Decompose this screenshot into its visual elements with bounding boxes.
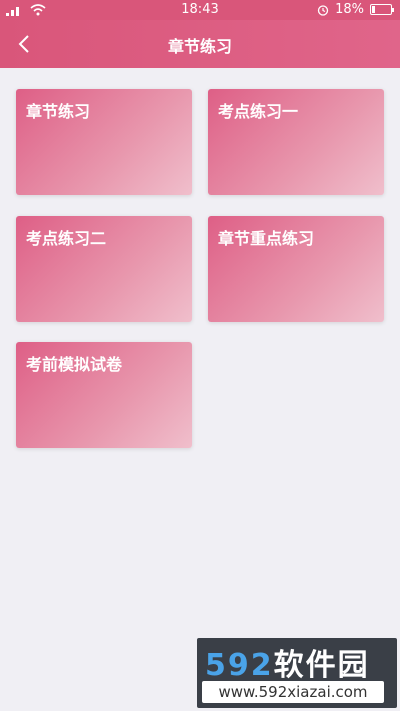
card-label: 考前模拟试卷: [26, 355, 123, 374]
battery-level: [372, 6, 375, 13]
watermark: 592软件园 www.592xiazai.com: [197, 638, 397, 708]
card-label: 考点练习二: [26, 229, 107, 248]
card-chapter-practice[interactable]: 章节练习: [16, 89, 192, 195]
watermark-brand: 592软件园: [205, 640, 370, 684]
status-right: 18%: [317, 2, 394, 17]
card-topic-practice-1[interactable]: 考点练习一: [208, 89, 384, 195]
card-topic-practice-2[interactable]: 考点练习二: [16, 216, 192, 322]
title-bar: 章节练习: [0, 20, 400, 68]
card-label: 章节练习: [26, 102, 91, 121]
card-chapter-key-practice[interactable]: 章节重点练习: [208, 216, 384, 322]
battery-icon: [370, 4, 394, 15]
watermark-url: www.592xiazai.com: [202, 681, 384, 703]
status-bar: 18:43 18%: [0, 0, 400, 20]
alarm-icon: [317, 4, 329, 16]
card-label: 章节重点练习: [218, 229, 315, 248]
battery-percent: 18%: [335, 2, 364, 17]
card-mock-exam[interactable]: 考前模拟试卷: [16, 342, 192, 448]
card-label: 考点练习一: [218, 102, 299, 121]
watermark-text: 软件园: [273, 648, 370, 683]
watermark-number: 592: [205, 648, 274, 683]
page-title: 章节练习: [167, 37, 232, 56]
